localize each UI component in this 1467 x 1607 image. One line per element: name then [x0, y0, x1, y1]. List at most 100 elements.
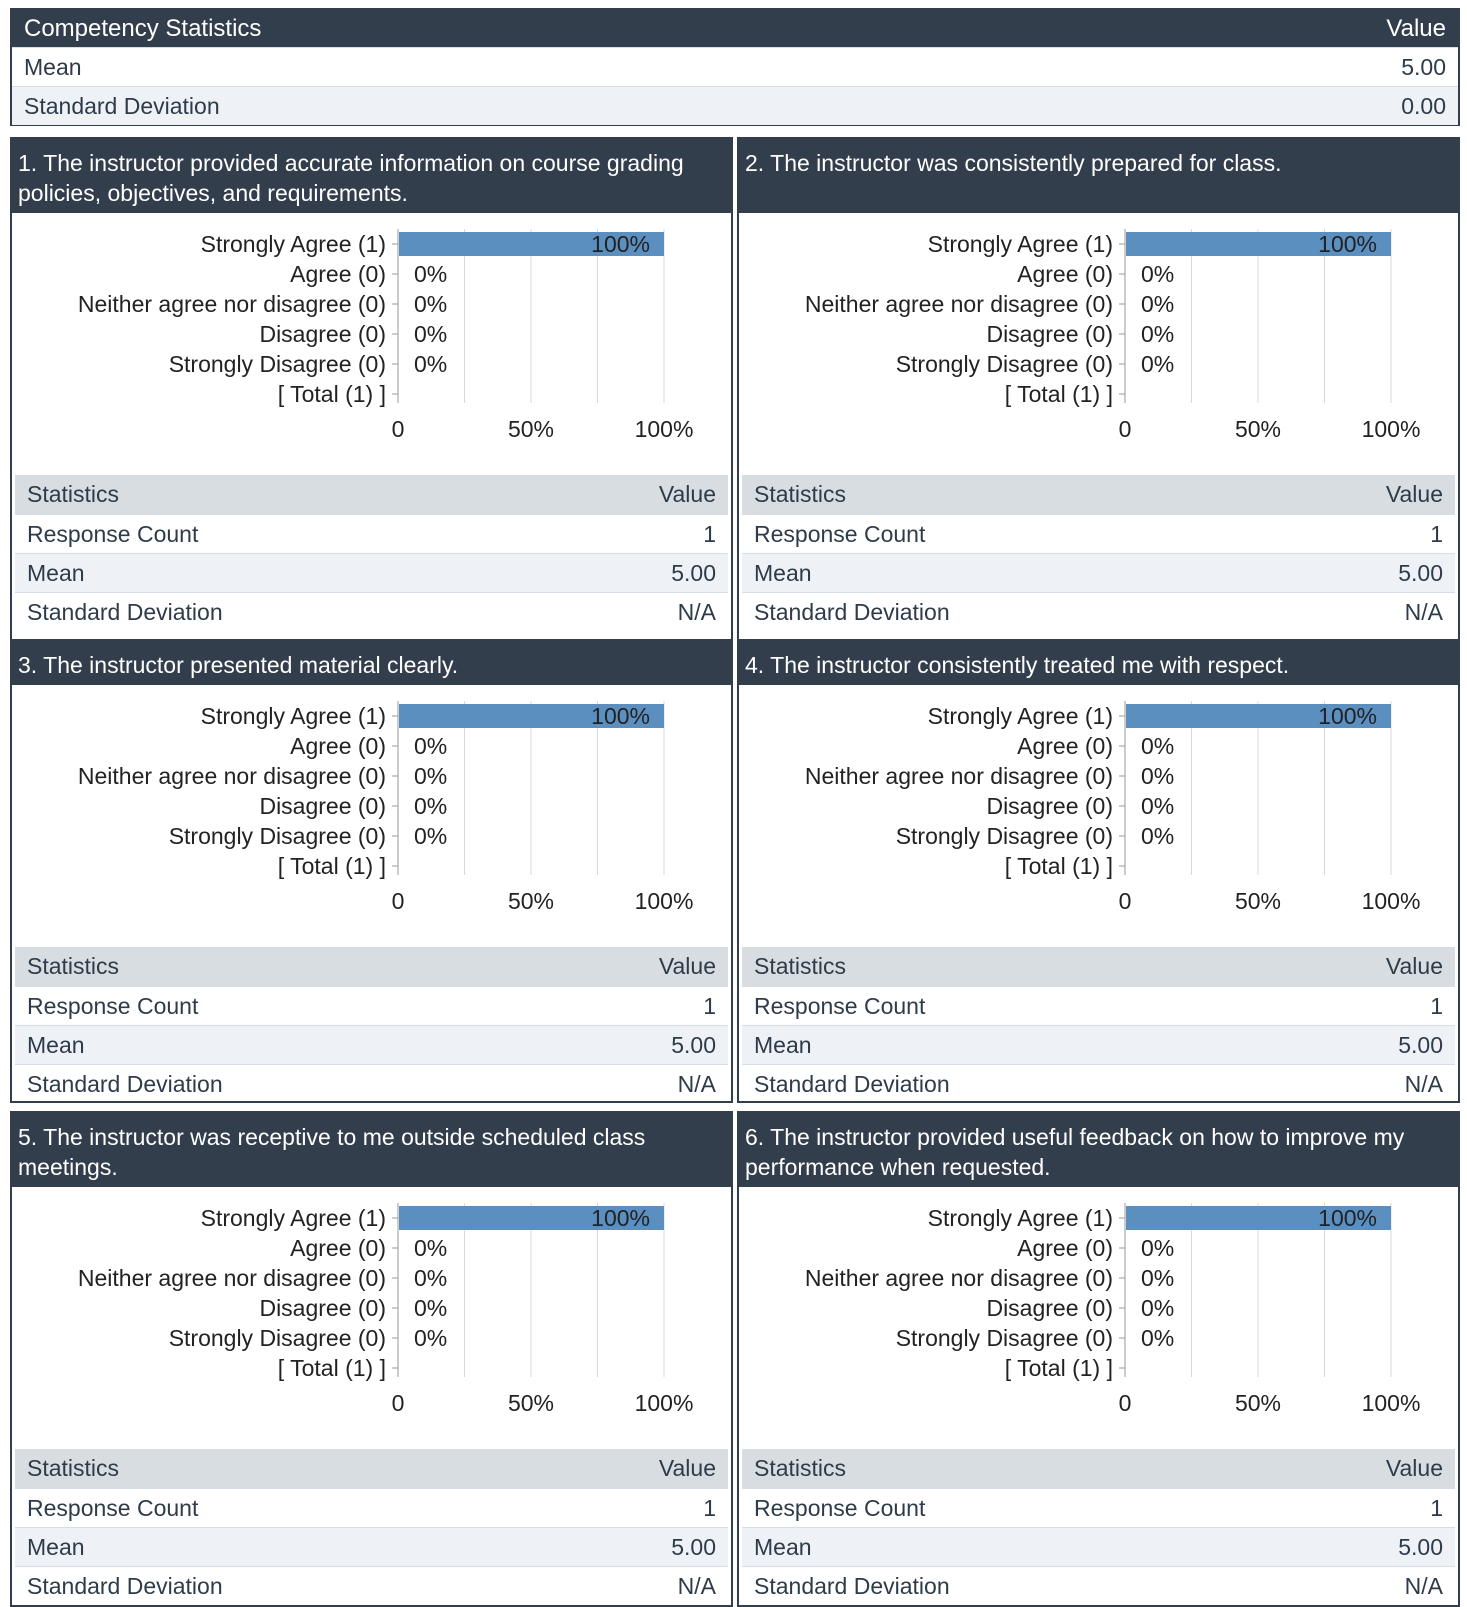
statistics-row-std-dev: Standard Deviation N/A: [742, 1064, 1455, 1101]
bar-value-label: 0%: [414, 763, 447, 789]
statistics-row-label: Mean: [27, 1031, 85, 1058]
statistics-header-row: Statistics Value: [15, 1449, 728, 1488]
category-label: Agree (0): [1017, 261, 1113, 287]
statistics-row-std-dev: Standard Deviation N/A: [742, 1566, 1455, 1605]
category-label: Disagree (0): [986, 793, 1113, 819]
category-label: Strongly Agree (1): [201, 1205, 386, 1231]
category-label: Disagree (0): [259, 321, 386, 347]
statistics-row-mean: Mean 5.00: [742, 1527, 1455, 1566]
x-tick-label: 100%: [1362, 416, 1421, 442]
statistics-row-value: N/A: [1404, 1572, 1443, 1599]
statistics-row-std-dev: Standard Deviation N/A: [15, 592, 728, 631]
statistics-header-row: Statistics Value: [742, 475, 1455, 514]
category-label: [ Total (1) ]: [278, 853, 386, 879]
question-title: 2. The instructor was consistently prepa…: [739, 139, 1458, 213]
question-statistics-table: Statistics Value Response Count 1 Mean 5…: [742, 475, 1455, 631]
category-label: Neither agree nor disagree (0): [78, 291, 386, 317]
statistics-row-mean: Mean 5.00: [15, 1527, 728, 1566]
statistics-row-response-count: Response Count 1: [15, 514, 728, 553]
category-label: Strongly Agree (1): [201, 703, 386, 729]
bar-value-label: 0%: [1141, 823, 1174, 849]
statistics-header-label: Statistics: [27, 1455, 120, 1481]
bar-value-label: 0%: [1141, 261, 1174, 287]
question-statistics-table: Statistics Value Response Count 1 Mean 5…: [742, 947, 1455, 1101]
category-label: [ Total (1) ]: [1005, 853, 1113, 879]
bar-value-label: 0%: [414, 261, 447, 287]
x-tick-label: 50%: [508, 1390, 554, 1416]
statistics-row-value: 1: [1430, 992, 1443, 1019]
competency-row-label: Mean: [24, 53, 82, 80]
statistics-row-value: 1: [703, 520, 716, 547]
bar-chart-svg: Strongly Agree (1) 100% Agree (0) 0% Neither…: [805, 229, 1421, 442]
bar-value-label: 0%: [414, 1325, 447, 1351]
statistics-row-std-dev: Standard Deviation N/A: [15, 1064, 728, 1101]
bar-chart-svg: Strongly Agree (1) 100% Agree (0) 0% Neither…: [78, 701, 693, 914]
category-label: Strongly Disagree (0): [169, 1325, 386, 1351]
bar-value-label: 100%: [591, 231, 650, 257]
statistics-row-label: Mean: [27, 559, 85, 586]
statistics-row-label: Mean: [27, 1533, 85, 1560]
question-title: 6. The instructor provided useful feedba…: [739, 1113, 1458, 1187]
question-panel-1: 1. The instructor provided accurate info…: [10, 137, 733, 641]
statistics-row-label: Standard Deviation: [27, 1572, 223, 1599]
bar-chart-svg: Strongly Agree (1) 100% Agree (0) 0% Neither…: [805, 1203, 1420, 1416]
statistics-row-mean: Mean 5.00: [742, 1025, 1455, 1064]
x-tick-label: 50%: [508, 416, 554, 442]
bar-value-label: 0%: [414, 1265, 447, 1291]
response-bar-chart: Strongly Agree (1) 100% Agree (0) 0% Neither…: [12, 1187, 731, 1449]
statistics-row-label: Mean: [754, 559, 812, 586]
competency-row-std-dev: Standard Deviation 0.00: [12, 86, 1458, 125]
statistics-row-response-count: Response Count 1: [742, 986, 1455, 1025]
bar-value-label: 100%: [1318, 1205, 1377, 1231]
statistics-row-value: 5.00: [1398, 1031, 1443, 1058]
statistics-row-std-dev: Standard Deviation N/A: [15, 1566, 728, 1605]
bar-value-label: 100%: [1318, 231, 1377, 257]
statistics-row-response-count: Response Count 1: [15, 1488, 728, 1527]
x-tick-label: 50%: [1235, 1390, 1281, 1416]
question-title: 5. The instructor was receptive to me ou…: [12, 1113, 731, 1187]
bar-chart-svg: Strongly Agree (1) 100% Agree (0) 0% Neither…: [805, 701, 1420, 914]
statistics-row-mean: Mean 5.00: [15, 553, 728, 592]
category-label: Strongly Disagree (0): [896, 1325, 1113, 1351]
response-bar-chart: Strongly Agree (1) 100% Agree (0) 0% Neither…: [739, 213, 1458, 475]
bar-value-label: 0%: [414, 351, 447, 377]
bar-value-label: 0%: [1141, 1265, 1174, 1291]
statistics-row-value: N/A: [677, 598, 716, 625]
category-label: Strongly Agree (1): [928, 1205, 1113, 1231]
statistics-row-label: Standard Deviation: [27, 598, 223, 625]
x-tick-label: 100%: [635, 1390, 694, 1416]
statistics-row-response-count: Response Count 1: [742, 514, 1455, 553]
bar-value-label: 100%: [1318, 703, 1377, 729]
statistics-header-value: Value: [1385, 953, 1443, 979]
x-tick-label: 50%: [1235, 888, 1281, 914]
question-panel-6: 6. The instructor provided useful feedba…: [737, 1111, 1460, 1607]
category-label: Neither agree nor disagree (0): [805, 763, 1113, 789]
x-tick-label: 50%: [1235, 416, 1281, 442]
question-statistics-table: Statistics Value Response Count 1 Mean 5…: [15, 1449, 728, 1605]
statistics-row-label: Standard Deviation: [754, 1070, 950, 1097]
statistics-row-mean: Mean 5.00: [742, 553, 1455, 592]
statistics-row-value: N/A: [677, 1070, 716, 1097]
category-label: Strongly Agree (1): [928, 231, 1113, 257]
report-page: Competency Statistics Value Mean 5.00 St…: [0, 0, 1467, 1607]
category-label: Agree (0): [290, 1235, 386, 1261]
category-label: Agree (0): [1017, 733, 1113, 759]
x-tick-label: 0: [1119, 888, 1132, 914]
question-title: 4. The instructor consistently treated m…: [739, 641, 1458, 685]
statistics-header-row: Statistics Value: [742, 947, 1455, 986]
statistics-row-value: 5.00: [1398, 1533, 1443, 1560]
statistics-row-value: 1: [1430, 1494, 1443, 1521]
statistics-row-std-dev: Standard Deviation N/A: [742, 592, 1455, 631]
bar-value-label: 0%: [1141, 733, 1174, 759]
question-panel-4: 4. The instructor consistently treated m…: [737, 639, 1460, 1103]
bar-value-label: 0%: [1141, 763, 1174, 789]
competency-row-mean: Mean 5.00: [12, 47, 1458, 86]
statistics-row-value: 5.00: [1398, 559, 1443, 586]
statistics-row-value: 5.00: [671, 1533, 716, 1560]
statistics-header-value: Value: [658, 1455, 716, 1481]
statistics-row-label: Response Count: [754, 992, 926, 1019]
category-label: Disagree (0): [986, 321, 1113, 347]
response-bar-chart: Strongly Agree (1) 100% Agree (0) 0% Neither…: [739, 1187, 1458, 1449]
x-tick-label: 100%: [635, 416, 694, 442]
question-panel-2: 2. The instructor was consistently prepa…: [737, 137, 1460, 641]
